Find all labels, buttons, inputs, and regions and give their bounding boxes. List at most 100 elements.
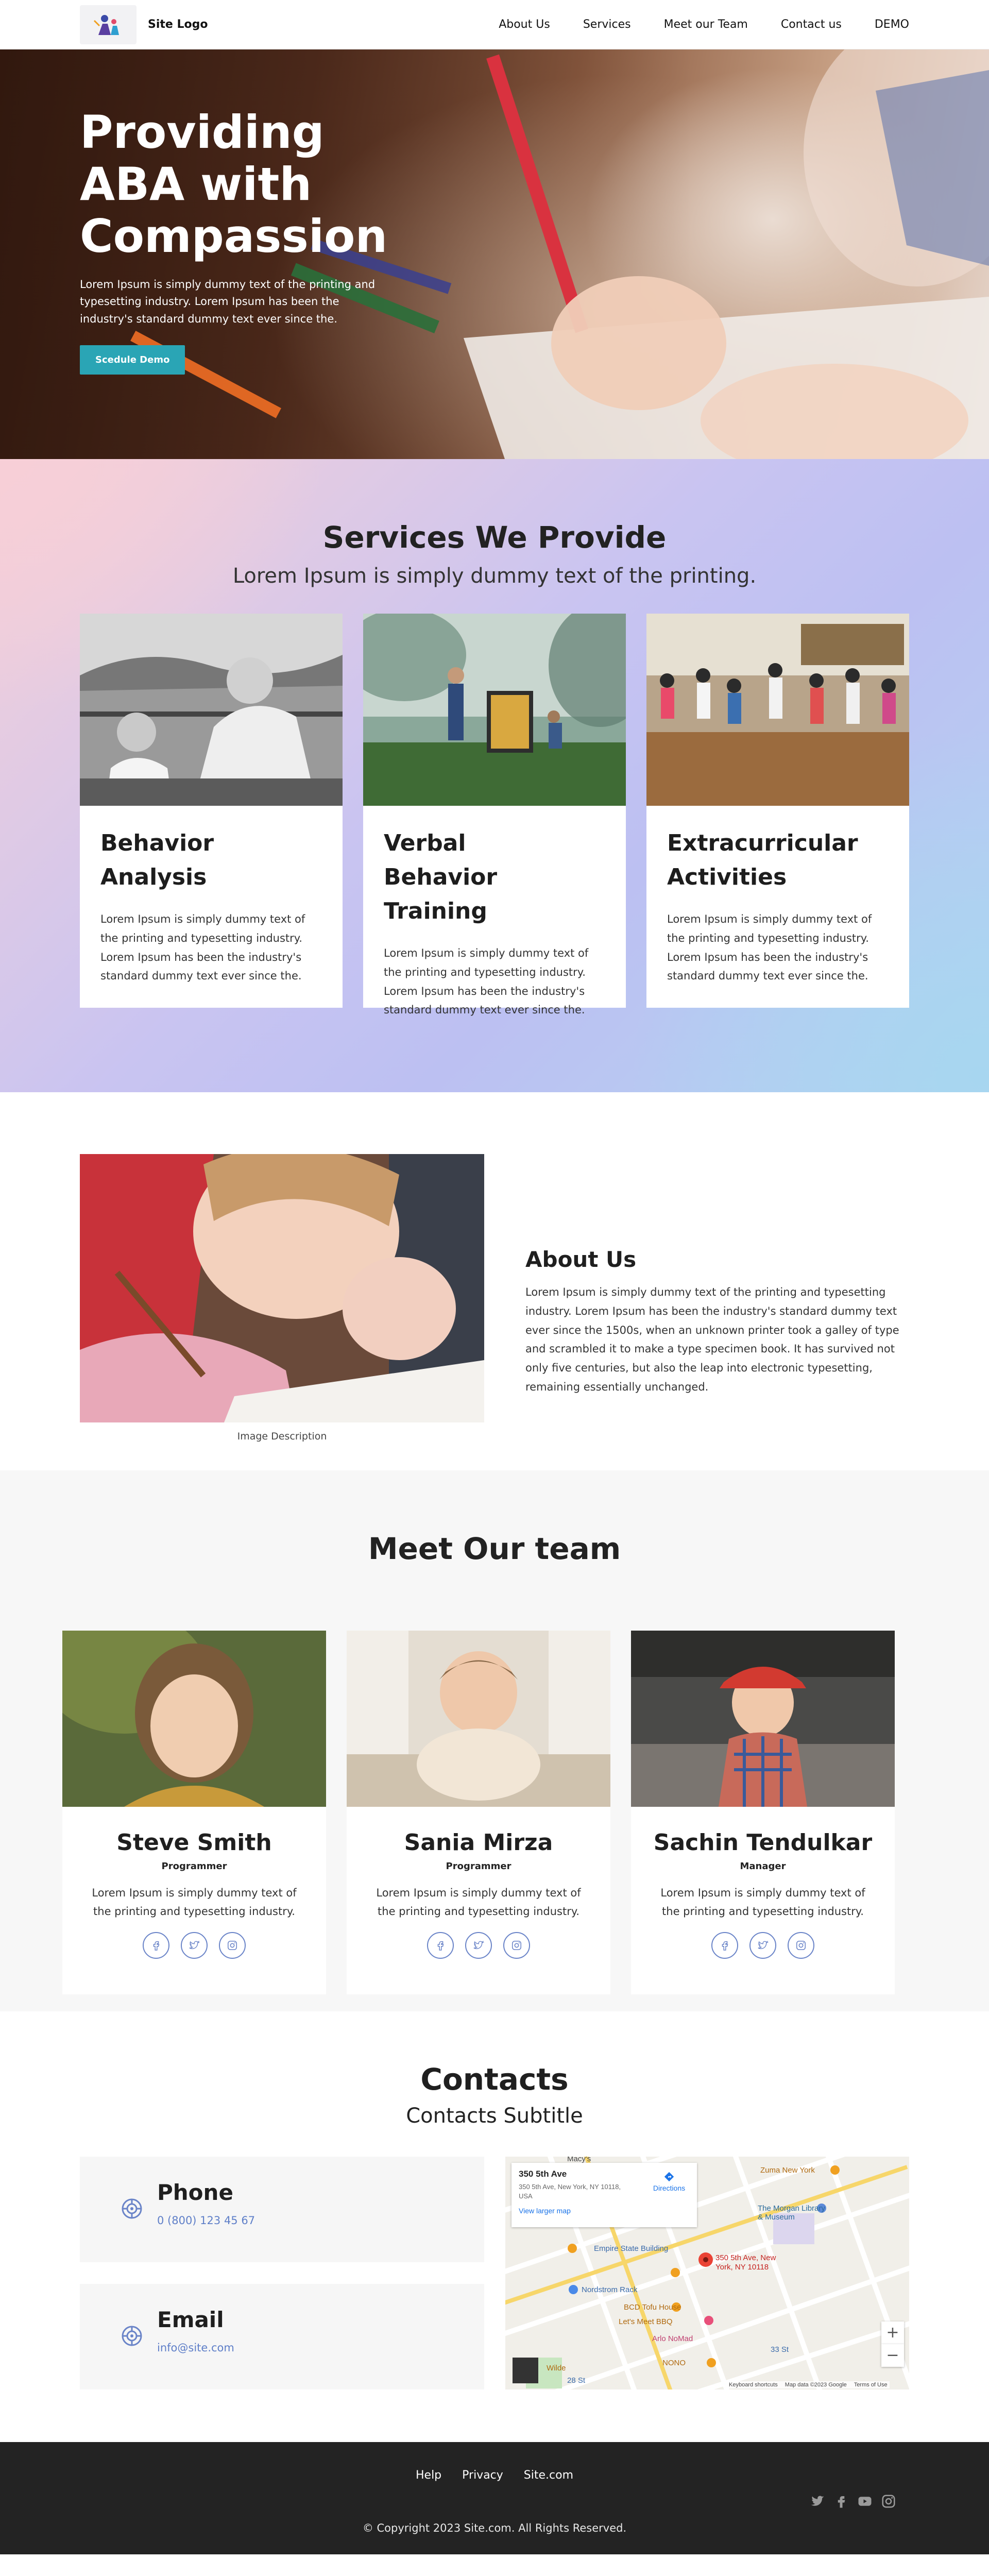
about-section: Image Description About Us Lorem Ipsum i… [0, 1092, 989, 1470]
team-member-photo [347, 1631, 610, 1807]
twitter-icon[interactable] [749, 1932, 776, 1959]
footer-link-help[interactable]: Help [416, 2469, 441, 2482]
team-member-text: Lorem Ipsum is simply dummy text of the … [376, 1887, 581, 1918]
map-zoom-out-button[interactable]: − [881, 2344, 904, 2367]
google-map[interactable]: 350 5th Ave 350 5th Ave, New York, NY 10… [505, 2157, 909, 2389]
email-icon [122, 2326, 142, 2346]
map-label: BCD Tofu House [624, 2303, 681, 2312]
email-label: Email [157, 2307, 224, 2332]
directions-button[interactable]: Directions [649, 2171, 690, 2192]
instagram-icon[interactable] [788, 1932, 814, 1959]
nav-meet-our-team[interactable]: Meet our Team [664, 18, 748, 31]
keyboard-shortcuts-link[interactable]: Keyboard shortcuts [729, 2382, 778, 2388]
facebook-icon[interactable] [711, 1932, 738, 1959]
team-member-card: Sachin Tendulkar Manager Lorem Ipsum is … [631, 1631, 895, 1994]
team-member-card: Sania Mirza Programmer Lorem Ipsum is si… [347, 1631, 610, 1994]
service-title: Extracurricular Activities [667, 830, 858, 890]
map-zoom-in-button[interactable]: + [881, 2321, 904, 2344]
team-member-name: Sachin Tendulkar [653, 1829, 873, 1856]
map-label: Macy's [567, 2157, 591, 2163]
service-body: Behavior Analysis Lorem Ipsum is simply … [80, 806, 343, 986]
team-member-role: Manager [740, 1861, 786, 1872]
email-card: Email info@site.com [80, 2284, 484, 2389]
team-member-name: Steve Smith [116, 1829, 272, 1856]
instagram-icon[interactable] [503, 1932, 530, 1959]
hero-section: Providing ABA with Compassion Lorem Ipsu… [0, 49, 989, 459]
contacts-subtitle: Contacts Subtitle [406, 2104, 583, 2128]
map-pin-label: 350 5th Ave, New York, NY 10118 [715, 2253, 776, 2272]
map-footer: Keyboard shortcuts Map data ©2023 Google… [727, 2381, 890, 2388]
twitter-icon[interactable] [181, 1932, 208, 1959]
services-title: Services We Provide [322, 520, 667, 555]
hero-content: Providing ABA with Compassion Lorem Ipsu… [80, 106, 410, 375]
phone-card: Phone 0 (800) 123 45 67 [80, 2157, 484, 2262]
terms-of-use-link[interactable]: Terms of Use [854, 2382, 888, 2388]
map-label: Let's Meet BBQ [619, 2317, 673, 2326]
site-logo[interactable] [80, 5, 137, 44]
service-text: Lorem Ipsum is simply dummy text of the … [100, 913, 305, 982]
twitter-icon[interactable] [465, 1932, 492, 1959]
footer-link-site[interactable]: Site.com [524, 2469, 573, 2482]
services-subtitle: Lorem Ipsum is simply dummy text of the … [232, 564, 757, 588]
team-member-role: Programmer [161, 1861, 227, 1872]
service-card[interactable]: Verbal Behavior Training Lorem Ipsum is … [363, 614, 626, 1016]
team-member-photo [631, 1631, 895, 1807]
team-member-socials [631, 1932, 895, 1959]
hero-text: Lorem Ipsum is simply dummy text of the … [80, 278, 376, 325]
instagram-icon[interactable] [219, 1932, 246, 1959]
facebook-icon[interactable] [143, 1932, 169, 1959]
view-larger-map-link[interactable]: View larger map [519, 2207, 690, 2215]
map-label: The Morgan Library & Museum [758, 2204, 825, 2222]
top-navbar: Site Logo About Us Services Meet our Tea… [0, 0, 989, 49]
service-card[interactable]: Behavior Analysis Lorem Ipsum is simply … [80, 614, 343, 1008]
email-link[interactable]: info@site.com [157, 2342, 234, 2354]
nav-contact-us[interactable]: Contact us [781, 18, 842, 31]
services-section: Services We Provide Lorem Ipsum is simpl… [0, 459, 989, 1092]
facebook-icon[interactable] [833, 2494, 849, 2509]
service-text: Lorem Ipsum is simply dummy text of the … [384, 947, 589, 1016]
instagram-icon[interactable] [881, 2494, 896, 2509]
contacts-section: Contacts Contacts Subtitle Phone 0 (800)… [0, 2011, 989, 2442]
nav-services[interactable]: Services [583, 18, 631, 31]
about-image [80, 1154, 484, 1422]
service-body: Verbal Behavior Training Lorem Ipsum is … [363, 806, 626, 1020]
team-member-text: Lorem Ipsum is simply dummy text of the … [660, 1887, 865, 1918]
map-label: Arlo NoMad [652, 2334, 693, 2343]
team-member-card: Steve Smith Programmer Lorem Ipsum is si… [62, 1631, 326, 1994]
footer-links: Help Privacy Site.com [0, 2469, 989, 2482]
twitter-icon[interactable] [810, 2494, 825, 2509]
service-card[interactable]: Extracurricular Activities Lorem Ipsum i… [646, 614, 909, 1008]
map-label: NONO [662, 2359, 686, 2367]
logo-text: Site Logo [148, 18, 208, 31]
about-text: Lorem Ipsum is simply dummy text of the … [525, 1286, 899, 1393]
schedule-demo-button[interactable]: Scedule Demo [80, 345, 185, 375]
map-full-address: 350 5th Ave, New York, NY 10118, USA [519, 2183, 621, 2200]
team-cards: Steve Smith Programmer Lorem Ipsum is si… [62, 1631, 895, 1994]
service-image-verbal-behavior [363, 614, 626, 806]
team-member-role: Programmer [446, 1861, 511, 1872]
map-label: Empire State Building [594, 2244, 669, 2253]
service-image-behavior-analysis [80, 614, 343, 806]
site-footer: Help Privacy Site.com © Copyright 2023 S… [0, 2442, 989, 2554]
team-member-photo [62, 1631, 326, 1807]
service-body: Extracurricular Activities Lorem Ipsum i… [646, 806, 909, 986]
team-member-socials [62, 1932, 326, 1959]
team-member-text: Lorem Ipsum is simply dummy text of the … [92, 1887, 297, 1918]
team-title: Meet Our team [368, 1531, 621, 1566]
service-title: Behavior Analysis [100, 830, 214, 890]
team-member-socials [347, 1932, 610, 1959]
logo-icon [93, 14, 119, 35]
facebook-icon[interactable] [427, 1932, 454, 1959]
youtube-icon[interactable] [857, 2494, 873, 2509]
footer-link-privacy[interactable]: Privacy [462, 2469, 503, 2482]
copyright-text: © Copyright 2023 Site.com. All Rights Re… [362, 2522, 627, 2534]
phone-number-link[interactable]: 0 (800) 123 45 67 [157, 2214, 255, 2227]
nav-demo[interactable]: DEMO [875, 18, 909, 31]
service-cards: Behavior Analysis Lorem Ipsum is simply … [80, 614, 909, 1016]
footer-socials [810, 2494, 896, 2509]
service-text: Lorem Ipsum is simply dummy text of the … [667, 913, 872, 982]
map-info-card: 350 5th Ave 350 5th Ave, New York, NY 10… [511, 2163, 697, 2227]
nav-about-us[interactable]: About Us [499, 18, 550, 31]
main-nav: About Us Services Meet our Team Contact … [499, 18, 909, 31]
about-title: About Us [525, 1247, 637, 1272]
